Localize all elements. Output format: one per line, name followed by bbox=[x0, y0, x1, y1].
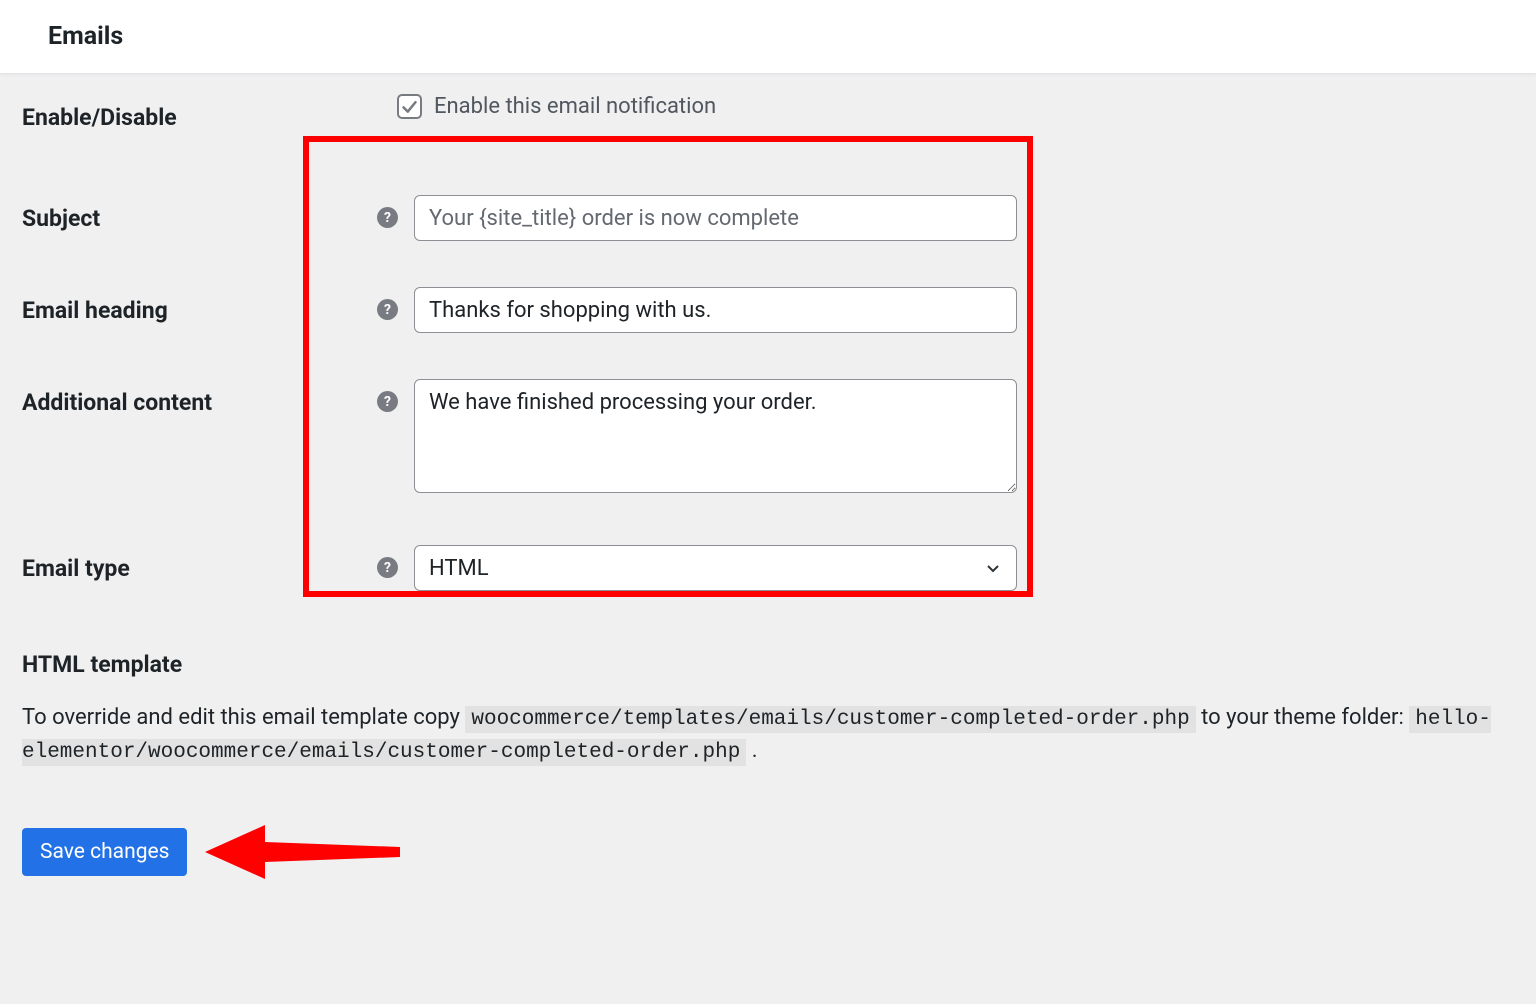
enable-checkbox-wrap: Enable this email notification bbox=[377, 94, 716, 119]
html-template-section: HTML template To override and edit this … bbox=[22, 651, 1514, 769]
enable-checkbox-label: Enable this email notification bbox=[434, 94, 716, 119]
email-type-select[interactable]: HTML bbox=[414, 545, 1017, 591]
settings-form: Enable/Disable Enable this email notific… bbox=[0, 74, 1536, 1004]
email-type-select-wrap: HTML bbox=[414, 545, 1017, 591]
label-email-heading: Email heading bbox=[22, 287, 377, 324]
subject-input-col: ? bbox=[377, 195, 1017, 241]
save-button[interactable]: Save changes bbox=[22, 828, 187, 876]
label-enable-disable: Enable/Disable bbox=[22, 94, 377, 131]
row-enable-disable: Enable/Disable Enable this email notific… bbox=[22, 74, 1514, 143]
help-icon[interactable]: ? bbox=[377, 207, 398, 228]
enable-checkbox[interactable] bbox=[397, 94, 422, 119]
email-heading-input-col: ? bbox=[377, 287, 1017, 333]
template-text-prefix: To override and edit this email template… bbox=[22, 705, 465, 730]
label-additional-content: Additional content bbox=[22, 379, 377, 416]
label-subject: Subject bbox=[22, 195, 377, 232]
annotation-arrow-icon bbox=[205, 817, 400, 887]
row-additional-content: Additional content ? We have finished pr… bbox=[22, 367, 1514, 505]
help-icon[interactable]: ? bbox=[377, 557, 398, 578]
row-email-type: Email type ? HTML bbox=[22, 533, 1514, 603]
email-heading-input[interactable] bbox=[414, 287, 1017, 333]
label-email-type: Email type bbox=[22, 545, 377, 582]
row-email-heading: Email heading ? bbox=[22, 275, 1514, 345]
page-header: Emails bbox=[0, 0, 1536, 74]
template-text-mid: to your theme folder: bbox=[1201, 705, 1409, 730]
subject-input[interactable] bbox=[414, 195, 1017, 241]
page-title: Emails bbox=[48, 22, 1488, 51]
help-icon[interactable]: ? bbox=[377, 391, 398, 412]
html-template-text: To override and edit this email template… bbox=[22, 702, 1514, 769]
save-row: Save changes bbox=[22, 817, 1514, 887]
additional-content-input-col: ? We have finished processing your order… bbox=[377, 379, 1017, 493]
template-code-source: woocommerce/templates/emails/customer-co… bbox=[465, 706, 1195, 733]
additional-content-textarea[interactable]: We have finished processing your order. bbox=[414, 379, 1017, 493]
help-icon[interactable]: ? bbox=[377, 299, 398, 320]
html-template-heading: HTML template bbox=[22, 651, 1514, 678]
template-text-suffix: . bbox=[752, 738, 758, 763]
check-icon bbox=[401, 98, 418, 115]
email-type-input-col: ? HTML bbox=[377, 545, 1017, 591]
row-subject: Subject ? bbox=[22, 183, 1514, 253]
